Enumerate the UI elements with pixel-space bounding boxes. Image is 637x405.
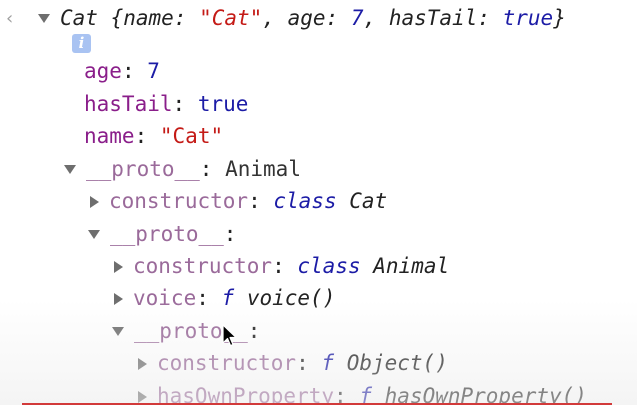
property-value: voice() [246, 286, 336, 310]
property-key: constructor [133, 254, 273, 278]
collapse-triangle-icon[interactable] [90, 196, 99, 208]
expand-triangle-icon[interactable] [112, 326, 124, 336]
method-row-voice[interactable]: voice: f voice() [112, 283, 335, 313]
function-keyword: f [221, 286, 235, 310]
summary-key-hastail: hasTail [388, 6, 478, 30]
property-value: hasOwnProperty() [384, 384, 587, 405]
info-icon[interactable]: i [72, 34, 91, 53]
method-row-hasownproperty[interactable]: hasOwnProperty: f hasOwnProperty() [136, 381, 587, 405]
property-row-name: name: "Cat" [84, 124, 224, 148]
property-value: "Cat" [159, 124, 224, 148]
collapse-triangle-icon[interactable] [114, 293, 123, 305]
summary-open-brace: { [97, 6, 124, 30]
property-key: constructor [109, 189, 249, 213]
collapse-triangle-icon[interactable] [138, 358, 147, 370]
constructor-row-animal[interactable]: constructor: class Animal [112, 251, 449, 281]
summary-close-brace: } [553, 6, 566, 30]
property-value: Animal [373, 254, 450, 278]
property-value: true [197, 92, 249, 116]
collapse-triangle-icon[interactable] [114, 261, 123, 273]
proto-value: Animal [225, 157, 301, 181]
proto-key: __proto__ [110, 222, 224, 246]
proto-row-2[interactable]: __proto__: [88, 219, 236, 249]
mouse-cursor-icon [222, 324, 237, 347]
property-value: Cat [349, 189, 388, 213]
collapse-triangle-icon[interactable] [138, 391, 147, 403]
function-keyword: f [321, 351, 335, 375]
keyword: class [273, 189, 337, 213]
property-key: age [84, 59, 122, 83]
expand-triangle-icon[interactable] [88, 229, 100, 239]
expand-triangle-icon[interactable] [38, 13, 50, 23]
keyword: class [297, 254, 361, 278]
property-row-age: age: 7 [84, 59, 160, 83]
expand-triangle-icon[interactable] [64, 164, 76, 174]
property-key: constructor [157, 351, 297, 375]
proto-row-3[interactable]: __proto__: [112, 316, 260, 346]
summary-key-age: age [287, 6, 326, 30]
proto-key: __proto__ [86, 157, 200, 181]
property-key: hasTail [84, 92, 173, 116]
property-value: Object() [346, 351, 448, 375]
summary-value-name: "Cat" [199, 6, 263, 30]
summary-key-name: name [123, 6, 174, 30]
function-keyword: f [359, 384, 372, 405]
summary-value-hastail: true [502, 6, 554, 30]
object-summary-row[interactable]: Cat {name: "Cat", age: 7, hasTail: true} [38, 3, 566, 33]
constructor-row-cat[interactable]: constructor: class Cat [88, 186, 387, 216]
constructor-row-object[interactable]: constructor: f Object() [136, 348, 448, 378]
summary-value-age: 7 [350, 6, 364, 30]
property-key: name [84, 124, 135, 148]
proto-row-animal[interactable]: __proto__: Animal [64, 154, 301, 184]
property-key: hasOwnProperty [157, 384, 335, 405]
console-result-chevron-icon: ‹ [6, 8, 14, 29]
object-class-name: Cat [60, 6, 98, 30]
property-row-hastail: hasTail: true [84, 92, 249, 116]
property-value: 7 [147, 59, 160, 83]
property-key: voice [133, 286, 197, 310]
